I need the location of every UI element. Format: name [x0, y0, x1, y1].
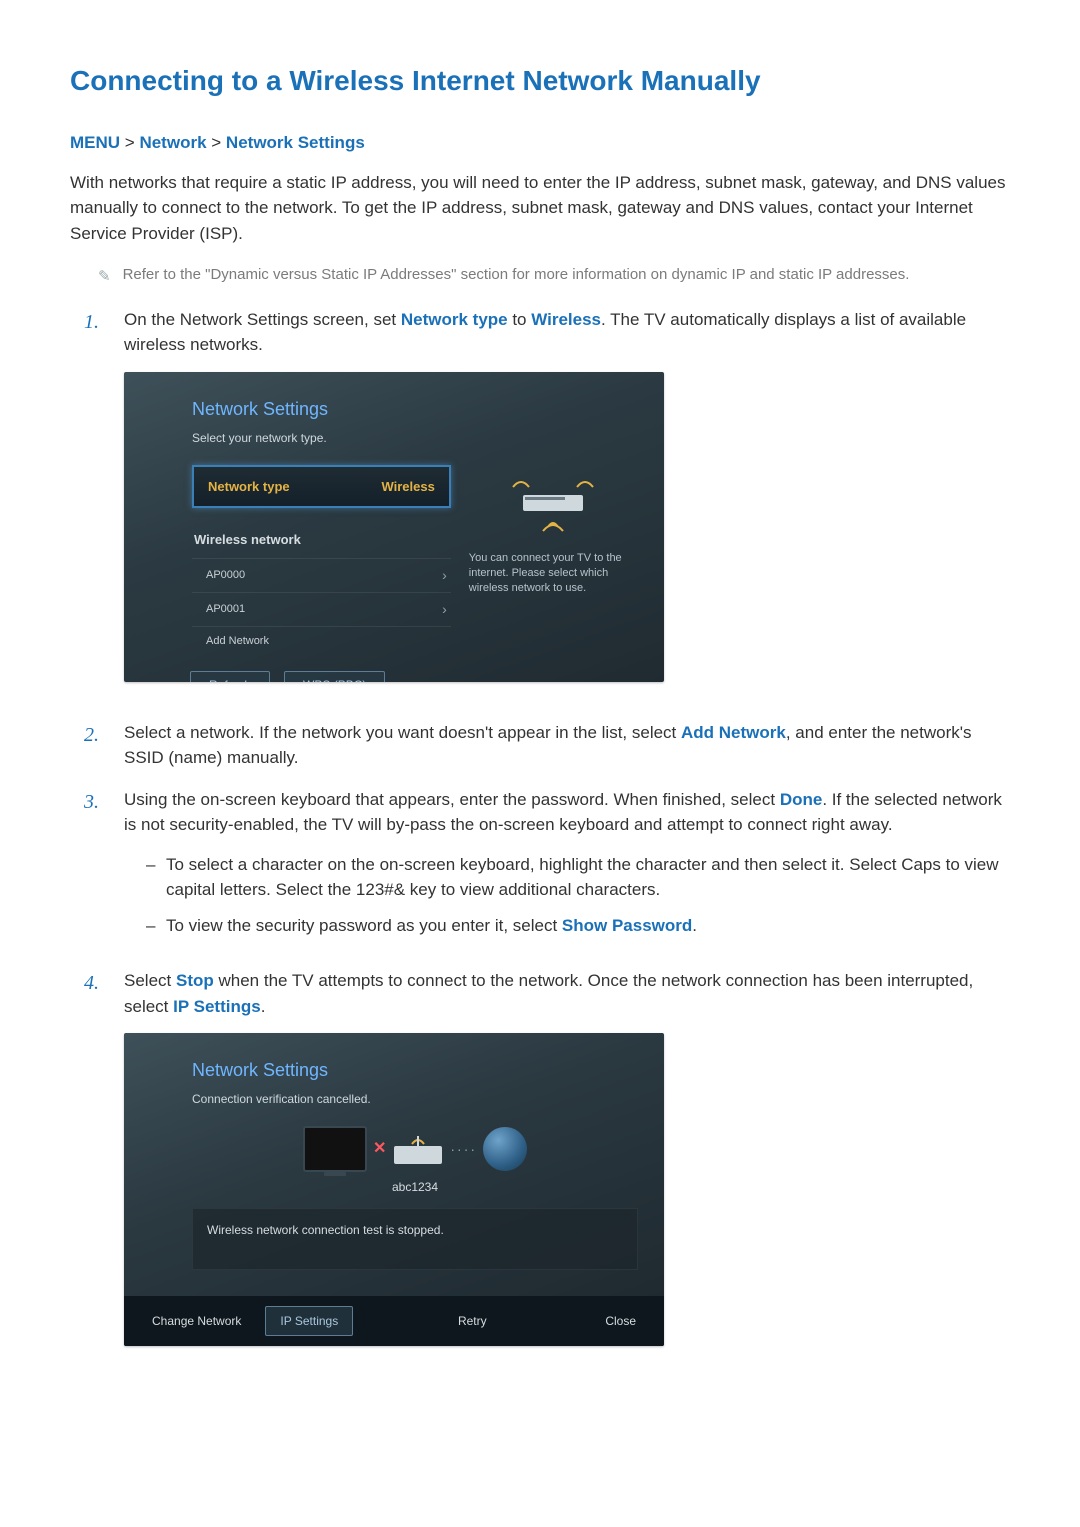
- tv-icon: [303, 1126, 367, 1172]
- wifi-ssid: AP0001: [206, 601, 245, 618]
- add-network-row[interactable]: Add Network: [192, 626, 451, 656]
- breadcrumb-separator: >: [125, 133, 140, 152]
- retry-button[interactable]: Retry: [444, 1307, 501, 1335]
- connection-cancelled-panel: Network Settings Connection verification…: [124, 1033, 664, 1346]
- kw-add-network: Add Network: [681, 723, 786, 742]
- kw-network-type: Network type: [401, 310, 508, 329]
- connection-failed-icon: ✕: [373, 1137, 386, 1161]
- step-3: Using the on-screen keyboard that appear…: [84, 787, 1010, 953]
- change-network-button[interactable]: Change Network: [138, 1307, 255, 1335]
- connection-dots-icon: ····: [450, 1139, 477, 1160]
- page-title: Connecting to a Wireless Internet Networ…: [70, 60, 1010, 102]
- kw-wireless: Wireless: [531, 310, 601, 329]
- step3-sub-a: To select a character on the on-screen k…: [146, 852, 1010, 903]
- refresh-button[interactable]: Refresh: [190, 671, 270, 682]
- step3b-text: .: [692, 916, 697, 935]
- step2-text: Select a network. If the network you wan…: [124, 723, 681, 742]
- close-button[interactable]: Close: [591, 1307, 650, 1335]
- breadcrumb-menu: MENU: [70, 133, 120, 152]
- router-icon: [392, 1134, 444, 1164]
- note: ✎ Refer to the "Dynamic versus Static IP…: [98, 264, 1010, 289]
- step-4: Select Stop when the TV attempts to conn…: [84, 968, 1010, 1368]
- connection-status-box: Wireless network connection test is stop…: [192, 1208, 638, 1270]
- panel2-button-bar: Change Network IP Settings Retry Close: [124, 1296, 664, 1346]
- kw-ip-settings: IP Settings: [173, 997, 261, 1016]
- breadcrumb-network: Network: [139, 133, 206, 152]
- step-1: On the Network Settings screen, set Netw…: [84, 307, 1010, 704]
- note-icon: ✎: [98, 266, 111, 289]
- step4-text: Select: [124, 971, 176, 990]
- step3-text: Using the on-screen keyboard that appear…: [124, 790, 780, 809]
- step3b-text: To view the security password as you ent…: [166, 916, 562, 935]
- ip-settings-button[interactable]: IP Settings: [265, 1306, 353, 1336]
- network-settings-panel: Network Settings Select your network typ…: [124, 372, 664, 682]
- kw-done: Done: [780, 790, 823, 809]
- add-network-label: Add Network: [206, 633, 269, 650]
- network-type-label: Network type: [208, 477, 290, 497]
- connected-ssid: abc1234: [192, 1178, 638, 1196]
- breadcrumb-settings: Network Settings: [226, 133, 365, 152]
- wifi-network-row[interactable]: AP0001 ›: [192, 592, 451, 626]
- breadcrumb-separator: >: [211, 133, 226, 152]
- panel1-title: Network Settings: [192, 396, 638, 423]
- step4-text: .: [261, 997, 266, 1016]
- kw-show-password: Show Password: [562, 916, 692, 935]
- network-type-selector[interactable]: Network type Wireless: [192, 465, 451, 509]
- chevron-right-icon: ›: [442, 565, 447, 586]
- breadcrumb: MENU > Network > Network Settings: [70, 130, 1010, 156]
- panel1-help-text: You can connect your TV to the internet.…: [469, 551, 638, 597]
- step1-text: to: [508, 310, 532, 329]
- wps-pbc-button[interactable]: WPS (PBC): [284, 671, 385, 682]
- note-text: Refer to the "Dynamic versus Static IP A…: [123, 264, 910, 287]
- chevron-right-icon: ›: [442, 599, 447, 620]
- globe-icon: [483, 1127, 527, 1171]
- router-illustration: [469, 465, 638, 543]
- connection-diagram: ✕ ····: [192, 1126, 638, 1172]
- connection-status-text: Wireless network connection test is stop…: [207, 1223, 444, 1237]
- panel2-title: Network Settings: [192, 1057, 638, 1084]
- wireless-network-header: Wireless network: [192, 530, 451, 550]
- wifi-network-row[interactable]: AP0000 ›: [192, 558, 451, 592]
- panel2-subtitle: Connection verification cancelled.: [192, 1090, 638, 1108]
- network-type-value: Wireless: [381, 477, 434, 497]
- step-2: Select a network. If the network you wan…: [84, 720, 1010, 771]
- step1-text: On the Network Settings screen, set: [124, 310, 401, 329]
- step3-sub-b: To view the security password as you ent…: [146, 913, 1010, 939]
- wifi-ssid: AP0000: [206, 567, 245, 584]
- intro-paragraph: With networks that require a static IP a…: [70, 170, 1010, 247]
- panel1-subtitle: Select your network type.: [192, 429, 638, 447]
- kw-stop: Stop: [176, 971, 214, 990]
